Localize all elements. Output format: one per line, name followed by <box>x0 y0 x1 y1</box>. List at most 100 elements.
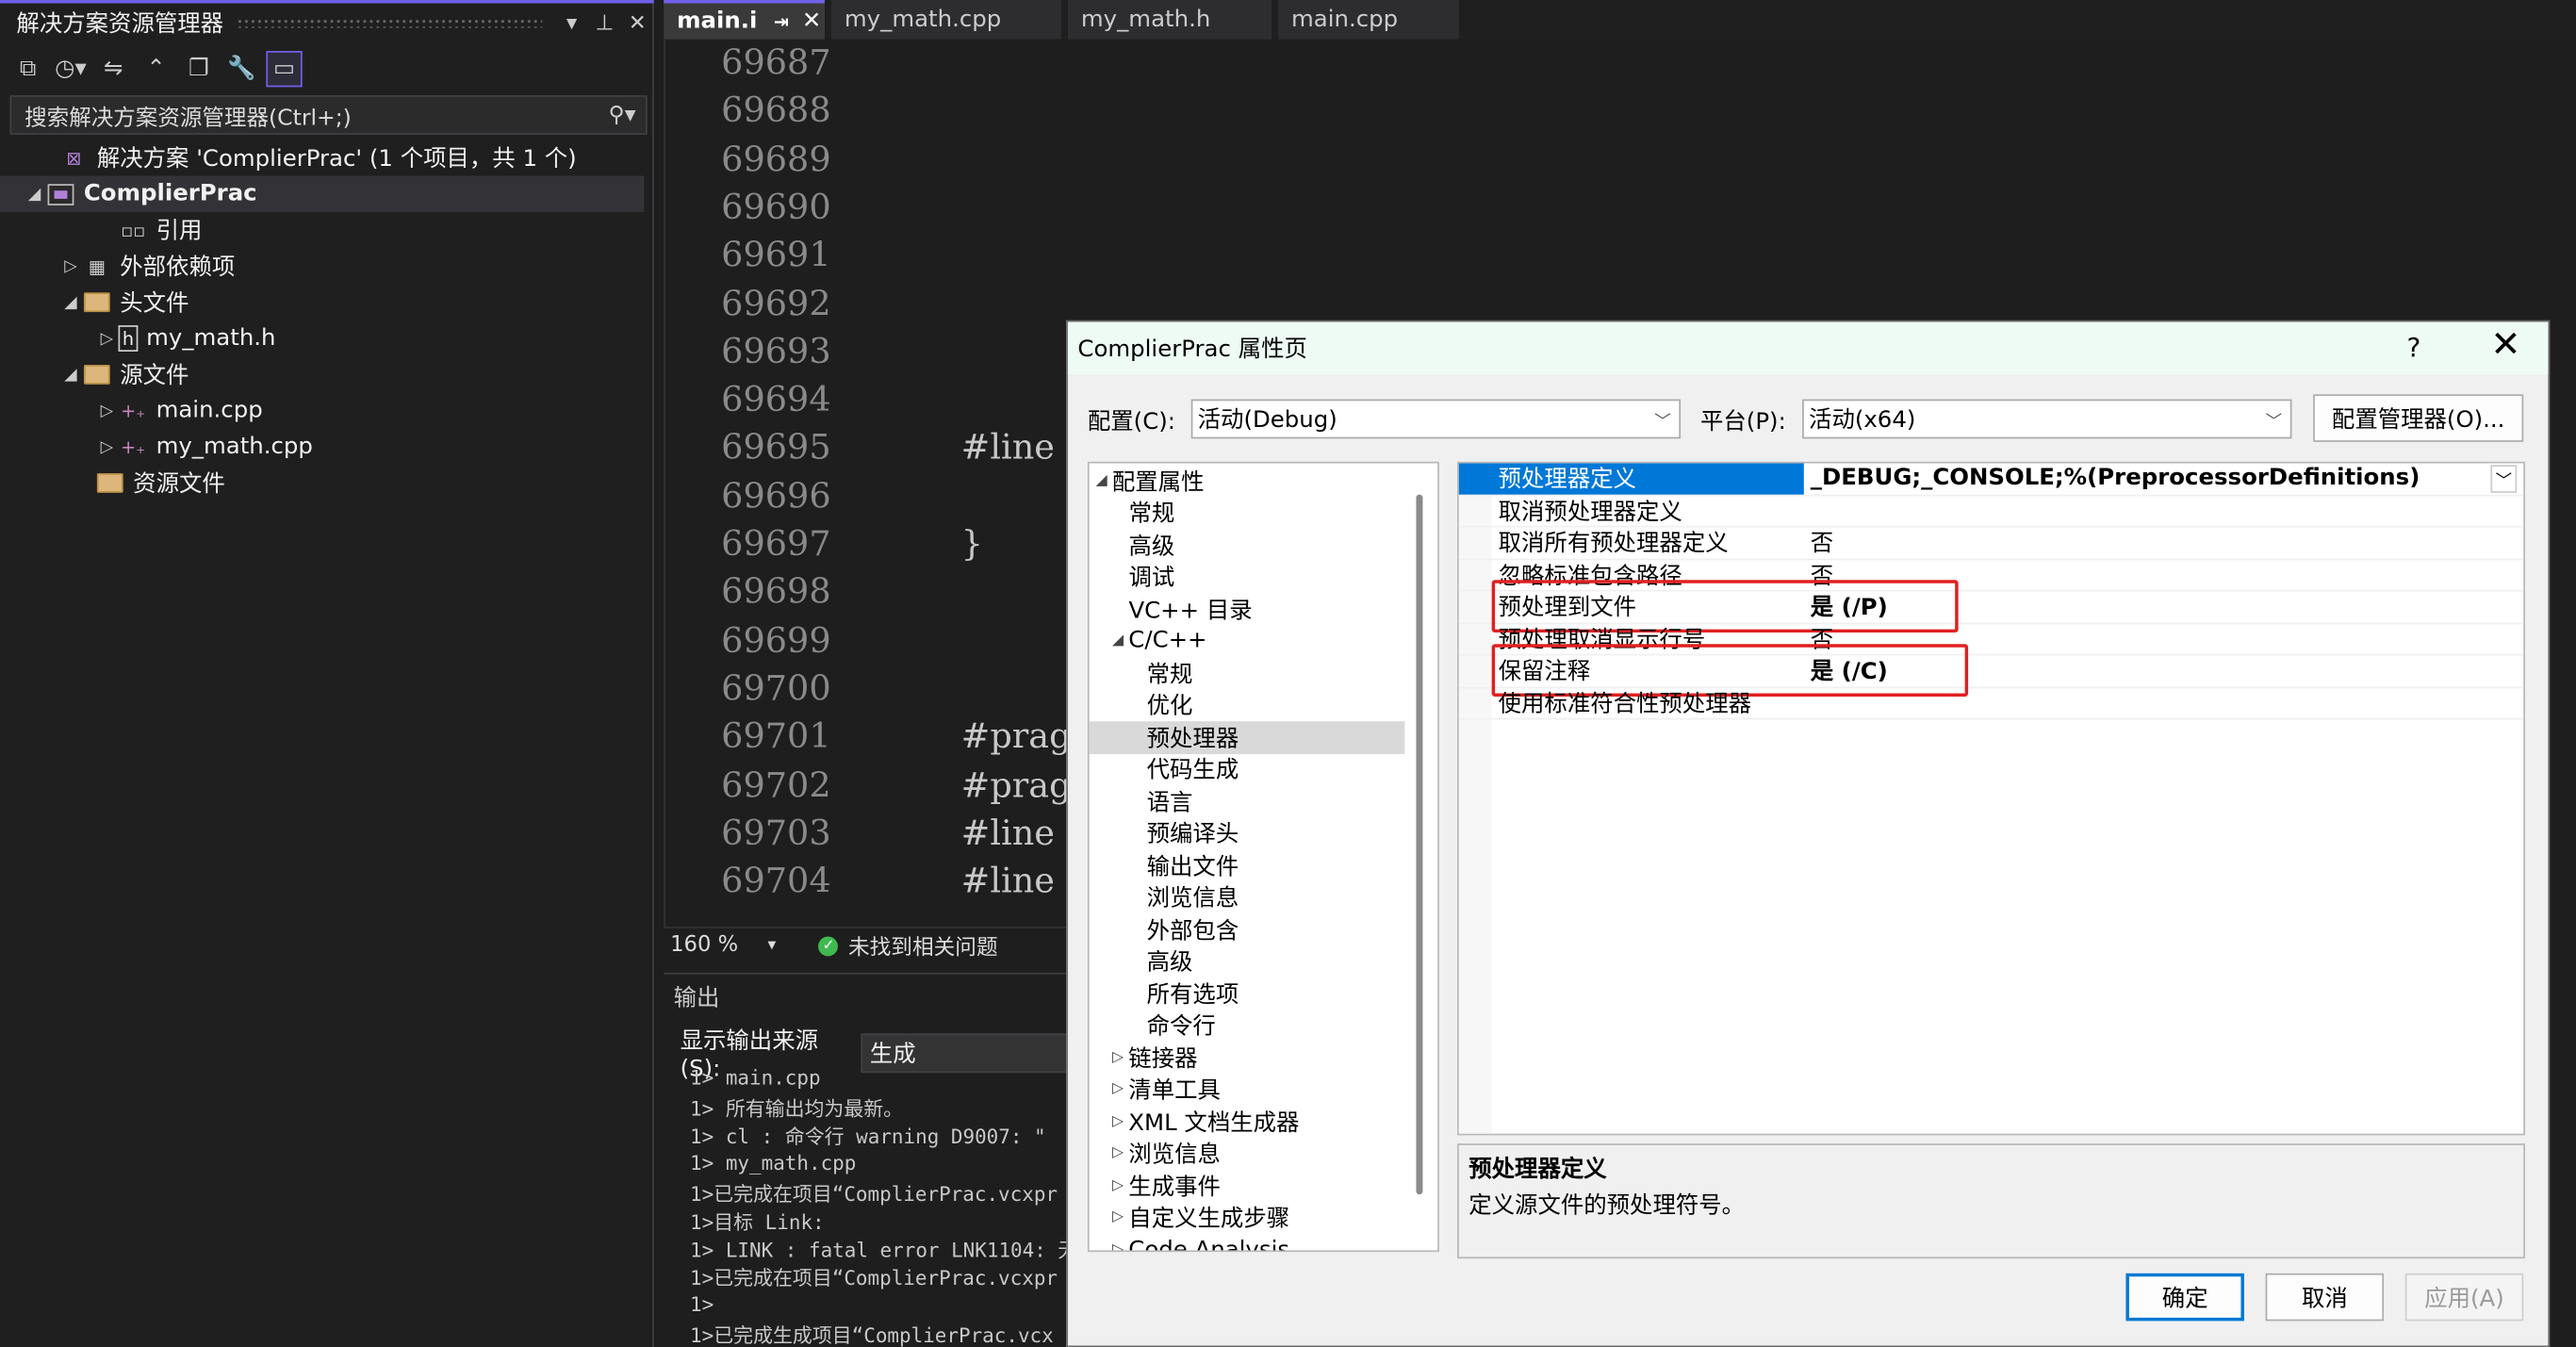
help-icon[interactable]: ? <box>2406 332 2420 363</box>
property-value[interactable] <box>1804 687 2523 717</box>
category-item-6[interactable]: 常规 <box>1147 657 1193 689</box>
collapse-arrow-icon[interactable]: ◢ <box>59 293 82 311</box>
category-item-12[interactable]: 输出文件 <box>1147 849 1239 881</box>
category-item-11[interactable]: 预编译头 <box>1147 817 1239 849</box>
code-line[interactable]: #line <box>961 428 1055 468</box>
issues-status[interactable]: 未找到相关问题 <box>848 930 998 961</box>
search-icon[interactable]: ⚲▾ <box>608 102 635 128</box>
property-value[interactable] <box>1804 496 2523 526</box>
category-item-23[interactable]: ▷ 自定义生成步骤 <box>1112 1202 1289 1234</box>
category-item-0[interactable]: ◢ 配置属性 <box>1096 465 1205 497</box>
sync-icon[interactable]: ⇋ <box>95 51 131 87</box>
search-input-placeholder[interactable]: 搜索解决方案资源管理器(Ctrl+;) <box>25 99 352 132</box>
pin-icon[interactable]: ⇥ <box>774 10 789 32</box>
tree-item[interactable]: ▷ ▦ 外部依赖项 <box>59 248 235 284</box>
solution-explorer-search[interactable]: 搜索解决方案资源管理器(Ctrl+;) ⚲▾ <box>9 95 648 135</box>
close-icon[interactable]: ✕ <box>621 10 654 35</box>
code-line[interactable]: } <box>961 524 983 564</box>
collapse-arrow-icon[interactable]: ◢ <box>59 366 82 384</box>
collapse-all-icon[interactable]: ⌃ <box>138 51 173 87</box>
expand-arrow-icon[interactable]: ▷ <box>59 257 82 275</box>
category-item-20[interactable]: ▷ XML 文档生成器 <box>1112 1106 1299 1138</box>
expand-arrow-icon[interactable]: ▷ <box>1112 1177 1124 1193</box>
expand-arrow-icon[interactable]: ▷ <box>95 329 118 347</box>
property-row[interactable]: 预处理器定义 _DEBUG;_CONSOLE;%(PreprocessorDefi… <box>1458 463 2524 496</box>
property-row[interactable]: 取消所有预处理器定义 否 <box>1458 528 2524 560</box>
apply-button[interactable]: 应用(A) <box>2404 1273 2524 1322</box>
category-item-13[interactable]: 浏览信息 <box>1147 881 1239 913</box>
category-item-8[interactable]: 预处理器 <box>1089 721 1405 754</box>
expand-arrow-icon[interactable]: ▷ <box>95 402 118 419</box>
category-item-22[interactable]: ▷ 生成事件 <box>1112 1170 1221 1202</box>
category-item-2[interactable]: 高级 <box>1128 529 1174 561</box>
tree-item[interactable]: ◢ ComplierPrac <box>0 175 645 212</box>
config-manager-button[interactable]: 配置管理器(O)... <box>2313 394 2524 442</box>
category-item-1[interactable]: 常规 <box>1128 497 1174 529</box>
tree-item[interactable]: ◢ 头文件 <box>59 285 189 320</box>
category-item-14[interactable]: 外部包含 <box>1147 913 1239 945</box>
category-item-21[interactable]: ▷ 浏览信息 <box>1112 1138 1221 1170</box>
editor-tab[interactable]: my_math.cpp <box>830 0 1061 40</box>
category-label: Code Analysis <box>1128 1237 1290 1253</box>
tree-item[interactable]: ▫▫ 引用 <box>95 212 202 248</box>
tree-item[interactable]: ▷ +₊ my_math.cpp <box>95 429 313 465</box>
collapse-arrow-icon[interactable]: ◢ <box>1112 632 1124 649</box>
tree-item[interactable]: ▷ h my_math.h <box>95 320 276 356</box>
output-source-select[interactable]: 生成 <box>861 1033 1068 1074</box>
preview-selected-icon[interactable]: ▭ <box>266 51 303 88</box>
category-item-16[interactable]: 所有选项 <box>1147 977 1239 1010</box>
expand-arrow-icon[interactable]: ▷ <box>1112 1145 1124 1161</box>
category-item-4[interactable]: VC++ 目录 <box>1128 593 1252 625</box>
cancel-button[interactable]: 取消 <box>2265 1273 2385 1322</box>
properties-icon[interactable]: 🔧 <box>223 51 259 87</box>
config-select[interactable]: 活动(Debug) ﹀ <box>1190 399 1682 439</box>
category-item-24[interactable]: ▷ Code Analysis <box>1112 1234 1290 1253</box>
collapse-arrow-icon[interactable]: ◢ <box>1096 473 1108 489</box>
expand-arrow-icon[interactable]: ▷ <box>1112 1113 1124 1129</box>
switch-views-icon[interactable]: ⧉ <box>9 51 45 87</box>
category-item-17[interactable]: 命令行 <box>1147 1010 1216 1042</box>
tree-item[interactable]: 资源文件 <box>73 465 225 501</box>
config-label: 配置(C): <box>1087 409 1175 435</box>
category-item-10[interactable]: 语言 <box>1147 785 1193 817</box>
chevron-down-icon[interactable]: ﹀ <box>2490 464 2518 493</box>
property-value[interactable]: _DEBUG;_CONSOLE;%(PreprocessorDefinition… <box>1804 464 2523 494</box>
category-item-3[interactable]: 调试 <box>1128 561 1174 593</box>
editor-tab[interactable]: main.cpp <box>1278 0 1459 40</box>
category-item-15[interactable]: 高级 <box>1147 945 1193 977</box>
expand-arrow-icon[interactable]: ▷ <box>1112 1241 1124 1250</box>
expand-arrow-icon[interactable]: ▷ <box>1112 1209 1124 1225</box>
drag-grip[interactable] <box>236 18 543 28</box>
tree-item[interactable]: ◢ 源文件 <box>59 356 189 392</box>
category-item-5[interactable]: ◢ C/C++ <box>1112 625 1206 657</box>
category-item-9[interactable]: 代码生成 <box>1147 753 1239 785</box>
expand-arrow-icon[interactable]: ▷ <box>95 438 118 456</box>
zoom-dropdown-icon[interactable]: ▾ <box>768 937 777 955</box>
collapse-arrow-icon[interactable]: ◢ <box>23 185 45 203</box>
show-all-files-icon[interactable]: ❐ <box>181 51 217 87</box>
pin-icon[interactable]: ⊥ <box>588 10 621 35</box>
code-line[interactable]: #line <box>961 861 1055 900</box>
ok-button[interactable]: 确定 <box>2125 1273 2244 1322</box>
close-tab-icon[interactable]: ✕ <box>802 8 821 35</box>
category-item-18[interactable]: ▷ 链接器 <box>1112 1042 1197 1074</box>
tree-item[interactable]: ▷ +₊ main.cpp <box>95 393 263 429</box>
tree-scrollbar[interactable] <box>1416 494 1423 1195</box>
close-icon[interactable]: ✕ <box>2490 325 2520 367</box>
property-value[interactable]: 否 <box>1804 528 2523 558</box>
tree-item[interactable]: ⊠ 解决方案 'ComplierPrac' (1 个项目，共 1 个) <box>36 140 576 175</box>
category-item-7[interactable]: 优化 <box>1147 689 1193 721</box>
platform-select[interactable]: 活动(x64) ﹀ <box>1802 399 2292 439</box>
expand-arrow-icon[interactable]: ▷ <box>1112 1049 1124 1065</box>
output-line: 1>已完成在项目“ComplierPrac.vcxpr <box>690 1182 1058 1207</box>
zoom-level[interactable]: 160 % <box>670 933 738 958</box>
property-row[interactable]: 取消预处理器定义 <box>1458 496 2524 528</box>
history-icon[interactable]: ◷▾ <box>53 51 89 87</box>
expand-arrow-icon[interactable]: ▷ <box>1112 1081 1124 1097</box>
editor-tab[interactable]: my_math.h <box>1067 0 1272 40</box>
category-item-19[interactable]: ▷ 清单工具 <box>1112 1074 1221 1106</box>
code-line[interactable]: #line <box>961 813 1055 852</box>
property-row[interactable]: 使用标准符合性预处理器 <box>1458 687 2524 720</box>
editor-tab[interactable]: main.i ⇥ ✕ <box>664 0 825 40</box>
dropdown-icon[interactable]: ▾ <box>555 10 588 35</box>
